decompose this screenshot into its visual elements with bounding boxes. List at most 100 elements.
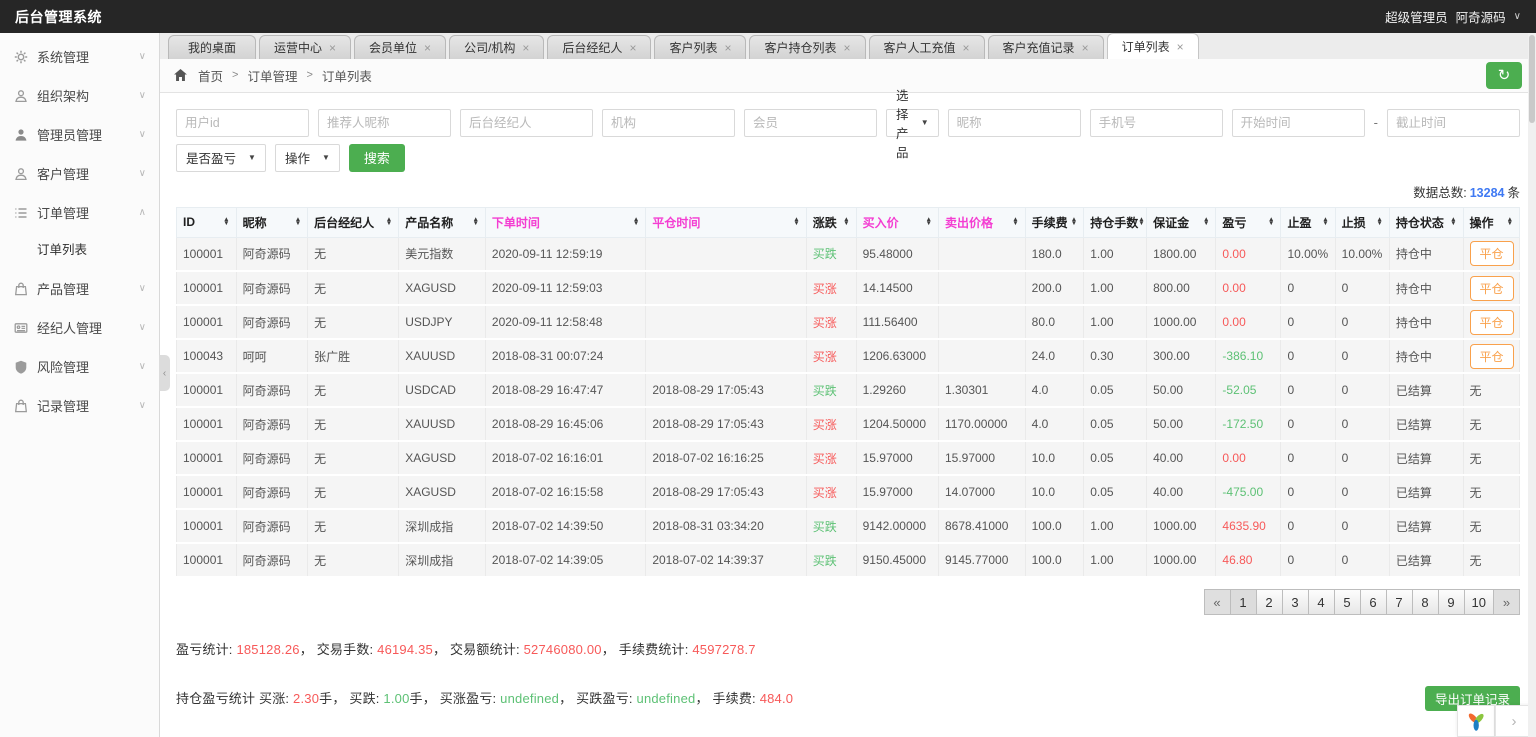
filter-input-截止时间[interactable]	[1387, 109, 1520, 137]
tab-我的桌面[interactable]: 我的桌面	[168, 35, 256, 59]
close-icon[interactable]: ×	[424, 41, 431, 55]
page-button-4[interactable]: 4	[1308, 589, 1335, 615]
page-button-8[interactable]: 8	[1412, 589, 1439, 615]
close-icon[interactable]: ×	[1082, 41, 1089, 55]
sidebar-item-记录管理[interactable]: 记录管理∨	[0, 386, 159, 425]
sort-icon[interactable]: ▲▼	[295, 218, 301, 226]
stat-label: 持仓盈亏统计 买涨:	[176, 691, 293, 706]
tab-订单列表[interactable]: 订单列表×	[1107, 33, 1199, 59]
sort-icon[interactable]: ▲▼	[1450, 218, 1456, 226]
filter-select-选择产品[interactable]: 选择产品▼	[886, 109, 939, 137]
cell-操作: 无	[1463, 441, 1519, 475]
cell-ID: 100001	[177, 475, 237, 509]
sort-icon[interactable]: ▲▼	[1071, 218, 1077, 226]
tab-会员单位[interactable]: 会员单位×	[354, 35, 446, 59]
page-button-2[interactable]: 2	[1256, 589, 1283, 615]
refresh-button[interactable]: ↻	[1486, 62, 1522, 89]
stat-value: 484.0	[760, 691, 794, 706]
sort-icon[interactable]: ▲▼	[633, 218, 639, 226]
page-button-9[interactable]: 9	[1438, 589, 1465, 615]
sidebar-item-组织架构[interactable]: 组织架构∨	[0, 76, 159, 115]
close-position-button[interactable]: 平仓	[1470, 344, 1514, 369]
sidebar-item-管理员管理[interactable]: 管理员管理∨	[0, 115, 159, 154]
close-icon[interactable]: ×	[522, 41, 529, 55]
sidebar-item-label: 经纪人管理	[37, 318, 102, 337]
close-position-button[interactable]: 平仓	[1470, 276, 1514, 301]
cell-持仓手数: 1.00	[1084, 271, 1147, 305]
filter-input-开始时间[interactable]	[1232, 109, 1365, 137]
tab-客户持仓列表[interactable]: 客户持仓列表×	[749, 35, 865, 59]
sort-icon[interactable]: ▲▼	[1203, 218, 1209, 226]
cell-平仓时间	[646, 339, 806, 373]
column-header-止损: 止损▲▼	[1335, 207, 1389, 237]
close-icon[interactable]: ×	[629, 41, 636, 55]
sort-icon[interactable]: ▲▼	[223, 218, 229, 226]
sort-icon[interactable]: ▲▼	[1376, 218, 1382, 226]
filter-input-后台经纪人[interactable]	[460, 109, 593, 137]
sidebar-subitem-订单列表[interactable]: 订单列表	[0, 232, 159, 269]
search-button[interactable]: 搜索	[349, 144, 405, 172]
sidebar-item-label: 客户管理	[37, 164, 89, 183]
tab-客户人工充值[interactable]: 客户人工充值×	[869, 35, 985, 59]
close-icon[interactable]: ×	[1177, 40, 1184, 54]
tab-客户充值记录[interactable]: 客户充值记录×	[988, 35, 1104, 59]
filter-input-用户id[interactable]	[176, 109, 309, 137]
page-button-7[interactable]: 7	[1386, 589, 1413, 615]
filter-input-会员[interactable]	[744, 109, 877, 137]
filter-input-昵称[interactable]	[948, 109, 1081, 137]
filter-select-操作[interactable]: 操作▼	[275, 144, 340, 172]
close-icon[interactable]: ×	[963, 41, 970, 55]
page-button-1[interactable]: 1	[1230, 589, 1257, 615]
page-button-5[interactable]: 5	[1334, 589, 1361, 615]
tab-公司/机构[interactable]: 公司/机构×	[449, 35, 544, 59]
breadcrumb-item-订单列表[interactable]: 订单列表	[322, 66, 372, 85]
breadcrumb-item-订单管理[interactable]: 订单管理	[247, 66, 297, 85]
cell-止盈: 0	[1281, 475, 1335, 509]
close-icon[interactable]: ×	[844, 41, 851, 55]
sort-desc-icon: ▼	[295, 222, 301, 226]
sidebar-collapse-handle[interactable]: ‹	[159, 355, 170, 391]
app-title: 后台管理系统	[15, 7, 102, 27]
sidebar-item-经纪人管理[interactable]: 经纪人管理∨	[0, 308, 159, 347]
cell-手续费: 180.0	[1025, 237, 1084, 271]
cell-涨跌: 买涨	[806, 339, 856, 373]
page-next-button[interactable]: »	[1493, 589, 1520, 615]
close-icon[interactable]: ×	[329, 41, 336, 55]
sort-icon[interactable]: ▲▼	[843, 218, 849, 226]
sort-icon[interactable]: ▲▼	[1268, 218, 1274, 226]
sort-icon[interactable]: ▲▼	[472, 218, 478, 226]
close-position-button[interactable]: 平仓	[1470, 310, 1514, 335]
page-button-3[interactable]: 3	[1282, 589, 1309, 615]
filter-input-机构[interactable]	[602, 109, 735, 137]
tab-后台经纪人[interactable]: 后台经纪人×	[547, 35, 651, 59]
cell-止盈: 0	[1281, 305, 1335, 339]
sidebar-item-系统管理[interactable]: 系统管理∨	[0, 37, 159, 76]
filter-input-推荐人昵称[interactable]	[318, 109, 451, 137]
sidebar-item-订单管理[interactable]: 订单管理∧	[0, 193, 159, 232]
sidebar-item-产品管理[interactable]: 产品管理∨	[0, 269, 159, 308]
cell-昵称: 阿奇源码	[236, 441, 308, 475]
sort-icon[interactable]: ▲▼	[1012, 218, 1018, 226]
close-icon[interactable]: ×	[724, 41, 731, 55]
sort-icon[interactable]: ▲▼	[1507, 218, 1513, 226]
sidebar-item-客户管理[interactable]: 客户管理∨	[0, 154, 159, 193]
brand-logo[interactable]	[1457, 705, 1495, 737]
sort-icon[interactable]: ▲▼	[1322, 218, 1328, 226]
cell-下单时间: 2020-09-11 12:59:19	[485, 237, 645, 271]
page-button-10[interactable]: 10	[1464, 589, 1494, 615]
user-menu[interactable]: 超级管理员 阿奇源码 ∨	[1385, 7, 1521, 26]
page-prev-button[interactable]: «	[1204, 589, 1231, 615]
tab-运营中心[interactable]: 运营中心×	[259, 35, 351, 59]
sort-icon[interactable]: ▲▼	[926, 218, 932, 226]
filter-input-手机号[interactable]	[1090, 109, 1223, 137]
sort-icon[interactable]: ▲▼	[1138, 218, 1144, 226]
sort-icon[interactable]: ▲▼	[793, 218, 799, 226]
scrollbar-thumb[interactable]	[1529, 35, 1535, 123]
filter-select-是否盈亏[interactable]: 是否盈亏▼	[176, 144, 266, 172]
sort-icon[interactable]: ▲▼	[386, 218, 392, 226]
tab-bar: 我的桌面运营中心×会员单位×公司/机构×后台经纪人×客户列表×客户持仓列表×客户…	[160, 33, 1536, 59]
page-button-6[interactable]: 6	[1360, 589, 1387, 615]
sidebar-item-风险管理[interactable]: 风险管理∨	[0, 347, 159, 386]
tab-客户列表[interactable]: 客户列表×	[654, 35, 746, 59]
close-position-button[interactable]: 平仓	[1470, 241, 1514, 266]
